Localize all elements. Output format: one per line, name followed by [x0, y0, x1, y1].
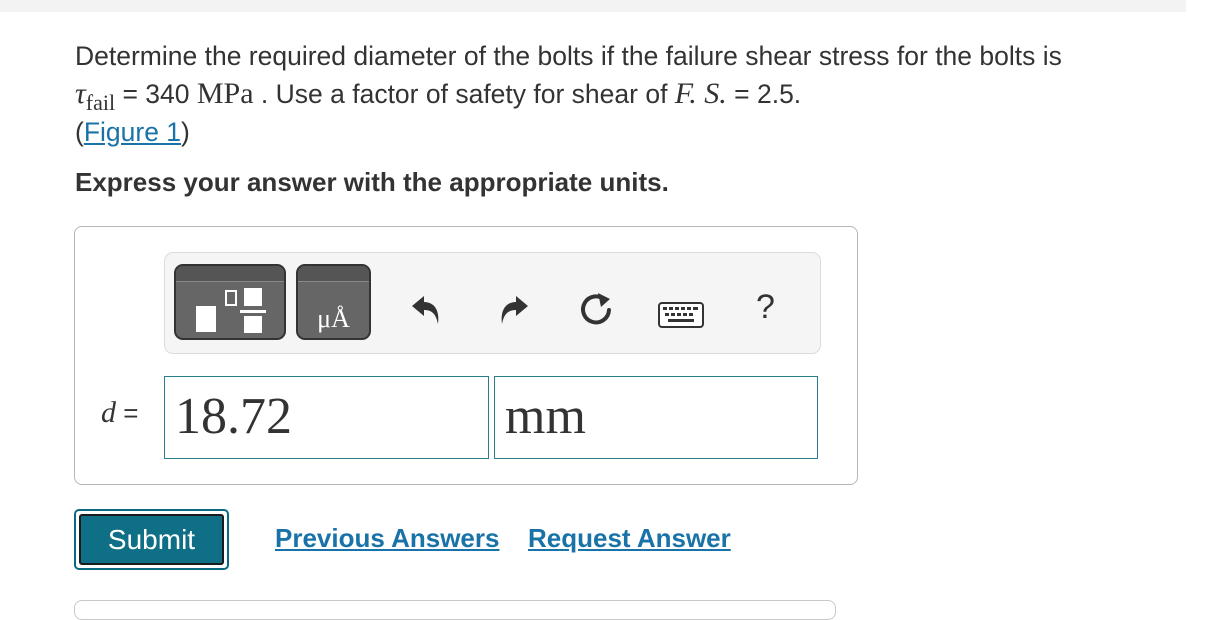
figure-link[interactable]: Figure 1 — [84, 117, 181, 147]
help-button[interactable]: ? — [756, 288, 775, 327]
next-panel-edge — [74, 600, 836, 620]
problem-line-2: τfail = 340 MPa . Use a factor of safety… — [75, 75, 1185, 115]
units-template-button[interactable]: μÅ — [296, 264, 371, 340]
answer-unit-field[interactable]: mm — [494, 376, 818, 459]
answer-value: 18.72 — [175, 388, 292, 445]
stress-value-text: = 340 — [115, 79, 197, 109]
button-header — [298, 266, 369, 281]
tau-subscript: fail — [85, 90, 116, 115]
tau-symbol: τ — [75, 77, 86, 110]
units-template-icon: μÅ — [317, 304, 350, 333]
undo-icon[interactable] — [408, 292, 444, 328]
problem-line-3: (Figure 1) — [75, 114, 1185, 151]
fs-value: = 2.5. — [726, 79, 802, 109]
request-answer-link[interactable]: Request Answer — [528, 523, 731, 554]
answer-variable-label: d = — [101, 396, 138, 430]
keyboard-icon[interactable] — [658, 302, 704, 328]
problem-line-1: Determine the required diameter of the b… — [75, 38, 1185, 75]
answer-unit: mm — [505, 388, 586, 445]
submit-label: Submit — [79, 514, 224, 565]
answer-value-field[interactable]: 18.72 — [164, 376, 489, 459]
previous-answers-link[interactable]: Previous Answers — [275, 523, 499, 554]
submit-button[interactable]: Submit — [74, 509, 229, 570]
paren-close: ) — [181, 117, 190, 147]
answer-instruction: Express your answer with the appropriate… — [75, 167, 669, 197]
fraction-template-icon — [196, 288, 266, 333]
safety-factor-text: . Use a factor of safety for shear of — [253, 79, 675, 109]
problem-statement: Determine the required diameter of the b… — [75, 38, 1185, 151]
paren-open: ( — [75, 117, 84, 147]
fraction-template-button[interactable] — [174, 264, 286, 340]
equals-sign: = — [116, 398, 139, 428]
reset-icon[interactable] — [576, 290, 616, 330]
button-header-line — [298, 281, 369, 282]
variable-symbol: d — [101, 396, 116, 429]
stress-unit: MPa — [196, 77, 254, 110]
redo-icon[interactable] — [496, 292, 532, 328]
problem-text-line-1: Determine the required diameter of the b… — [75, 41, 1062, 71]
top-strip — [0, 0, 1186, 12]
fs-symbol: F. S. — [674, 77, 727, 110]
